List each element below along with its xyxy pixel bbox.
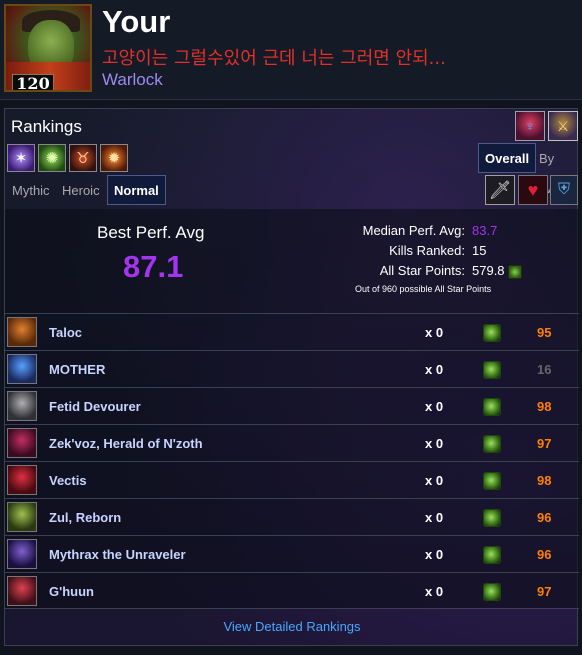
star-icon xyxy=(483,546,501,564)
boss-name[interactable]: Zul, Reborn xyxy=(49,510,121,525)
boss-row[interactable]: Zek'voz, Herald of N'zoth x 0 97 xyxy=(5,424,579,461)
boss-name[interactable]: MOTHER xyxy=(49,362,105,377)
mother-icon xyxy=(7,354,37,384)
ghuun-icon xyxy=(7,576,37,606)
boss-portrait-icon[interactable]: ♆ xyxy=(515,111,545,141)
boss-name[interactable]: G'huun xyxy=(49,584,94,599)
boss-score: 98 xyxy=(537,399,552,414)
star-icon xyxy=(483,398,501,416)
boss-kills: x 0 xyxy=(425,584,444,599)
boss-score: 95 xyxy=(537,325,552,340)
best-perf-label: Best Perf. Avg xyxy=(97,223,205,242)
character-header: 120 Your 고양이는 그럴수있어 근데 너는 그러면 안되... Warl… xyxy=(0,0,582,100)
character-title: 고양이는 그럴수있어 근데 너는 그러면 안되... xyxy=(102,48,446,69)
character-name: Your xyxy=(102,4,171,39)
star-icon xyxy=(483,324,501,342)
boss-name[interactable]: Vectis xyxy=(49,473,87,488)
star-icon xyxy=(483,435,501,453)
kills-ranked-label: Kills Ranked: xyxy=(389,243,465,258)
boss-row[interactable]: Taloc x 0 95 xyxy=(5,313,579,350)
boss-score: 97 xyxy=(537,584,552,599)
boss-name[interactable]: Mythrax the Unraveler xyxy=(49,547,186,562)
boss-score: 97 xyxy=(537,436,552,451)
boss-row[interactable]: Fetid Devourer x 0 98 xyxy=(5,387,579,424)
boss-name[interactable]: Fetid Devourer xyxy=(49,399,141,414)
boss-score: 16 xyxy=(537,362,552,377)
boss-score: 96 xyxy=(537,510,552,525)
tab-mythic[interactable]: Mythic xyxy=(5,175,57,205)
zekvoz-icon xyxy=(7,428,37,458)
boss-kills: x 0 xyxy=(425,510,444,525)
view-detailed-rankings-link[interactable]: View Detailed Rankings xyxy=(5,619,579,634)
star-icon xyxy=(483,509,501,527)
boss-row[interactable]: MOTHER x 0 16 xyxy=(5,350,579,387)
level-badge: 120 xyxy=(12,74,54,90)
boss-row[interactable]: Vectis x 0 98 xyxy=(5,461,579,498)
boss-kills: x 0 xyxy=(425,399,444,414)
boss-score: 98 xyxy=(537,473,552,488)
star-icon xyxy=(483,583,501,601)
tab-by-ilvl[interactable]: By Ilvl xyxy=(532,143,577,196)
boss-kills: x 0 xyxy=(425,362,444,377)
star-points-note: Out of 960 possible All Star Points xyxy=(355,284,492,294)
tab-normal[interactable]: Normal xyxy=(107,175,166,205)
star-icon xyxy=(483,472,501,490)
best-perf-value: 87.1 xyxy=(123,249,184,284)
boss-name[interactable]: Taloc xyxy=(49,325,82,340)
zul-icon xyxy=(7,502,37,532)
character-portrait: 120 xyxy=(4,4,92,92)
boss-kills: x 0 xyxy=(425,547,444,562)
star-points-value: 579.8 xyxy=(472,263,523,279)
boss-row[interactable]: Zul, Reborn x 0 96 xyxy=(5,498,579,535)
tank-icon[interactable]: ⛨ xyxy=(550,175,578,205)
tab-overall[interactable]: Overall xyxy=(478,143,537,173)
demonology-icon[interactable]: ✺ xyxy=(38,144,66,172)
boss-row[interactable]: Mythrax the Unraveler x 0 96 xyxy=(5,535,579,572)
boss-kills: x 0 xyxy=(425,325,444,340)
fetid-devourer-icon xyxy=(7,391,37,421)
vectis-icon xyxy=(7,465,37,495)
star-icon xyxy=(483,361,501,379)
healer-icon[interactable]: ♥ xyxy=(518,175,548,205)
rankings-summary: Best Perf. Avg 87.1 Median Perf. Avg: 83… xyxy=(5,209,579,313)
taloc-icon xyxy=(7,317,37,347)
star-points-icon xyxy=(508,264,523,279)
dps-icon[interactable]: 🗡 xyxy=(485,175,515,205)
median-value: 83.7 xyxy=(472,223,498,238)
boss-row[interactable]: G'huun x 0 97 xyxy=(5,572,579,609)
boss-kills: x 0 xyxy=(425,436,444,451)
boss-score: 96 xyxy=(537,547,552,562)
destruction-icon[interactable]: ✹ xyxy=(100,144,128,172)
rankings-panel: Rankings ♆ ⚔ ✶ ✺ ♉ ✹ Overall By Ilvl Myt… xyxy=(4,108,579,646)
mythrax-icon xyxy=(7,539,37,569)
boss-portrait-icon[interactable]: ⚔ xyxy=(548,111,578,141)
affliction-icon[interactable]: ✶ xyxy=(7,144,35,172)
median-label: Median Perf. Avg: xyxy=(362,223,465,238)
demon-portrait-icon[interactable]: ♉ xyxy=(69,144,97,172)
boss-kills: x 0 xyxy=(425,473,444,488)
star-points-label: All Star Points: xyxy=(379,263,465,278)
kills-ranked-value: 15 xyxy=(472,243,487,258)
character-class: Warlock xyxy=(102,70,163,89)
rankings-heading: Rankings xyxy=(11,117,82,136)
boss-name[interactable]: Zek'voz, Herald of N'zoth xyxy=(49,436,203,451)
tab-heroic[interactable]: Heroic xyxy=(55,175,107,205)
